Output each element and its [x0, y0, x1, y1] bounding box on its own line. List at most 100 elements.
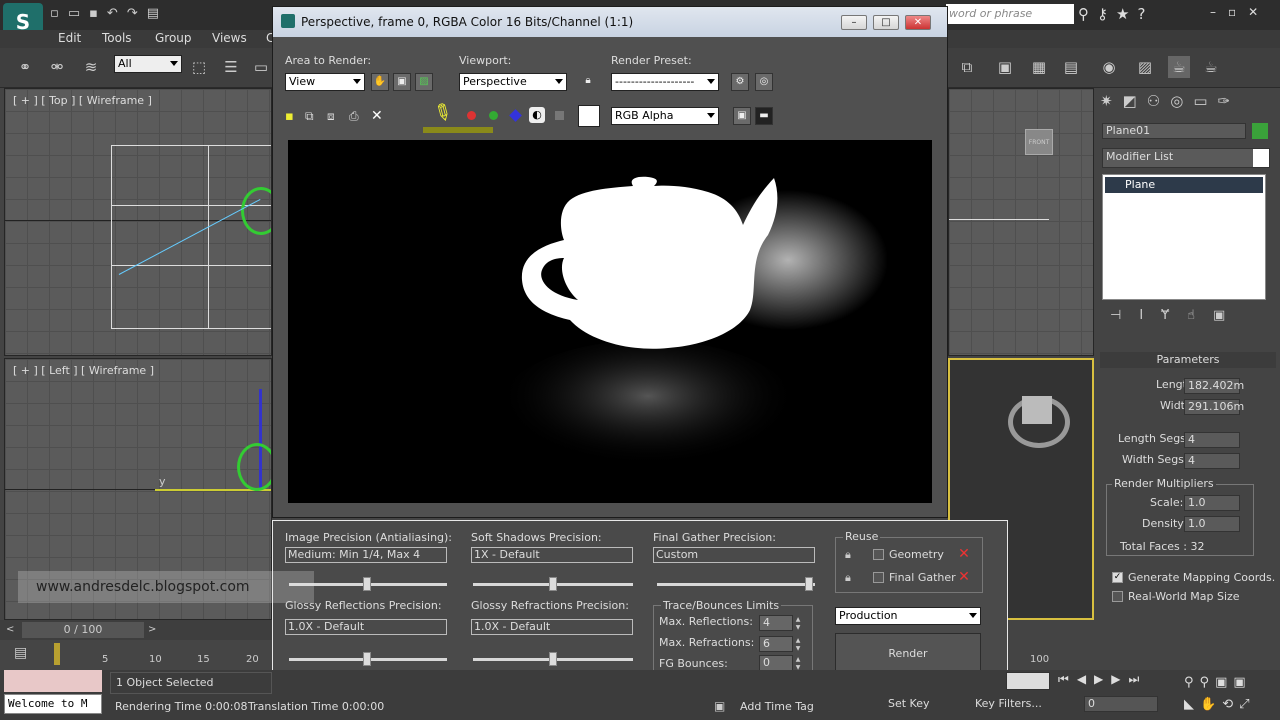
display-tab-icon[interactable]: ▭ — [1193, 92, 1217, 110]
rendered-image[interactable] — [288, 140, 932, 503]
show-end-result-icon[interactable]: I — [1139, 308, 1161, 323]
menu-views[interactable]: Views — [212, 31, 247, 45]
viewport-top[interactable]: [ + ] [ Top ] [ Wireframe ] — [4, 88, 272, 356]
area-to-render-dropdown[interactable]: View — [285, 73, 365, 91]
go-to-end-icon[interactable]: ⏭ — [1129, 672, 1148, 686]
spinner-arrows-icon[interactable]: ▲ ▼ — [793, 616, 803, 632]
next-key-icon[interactable]: ▶ — [1111, 672, 1128, 686]
zoom-extents-icon[interactable]: ▣ — [1215, 675, 1233, 690]
prev-frame-icon[interactable]: < — [6, 624, 14, 635]
close-app-icon[interactable]: ✕ — [1248, 5, 1270, 19]
unlink-icon[interactable]: ⚮ — [46, 56, 68, 78]
clear-image-icon[interactable]: ✕ — [371, 108, 383, 124]
save-image-icon[interactable]: ▪ — [285, 109, 294, 124]
viewport-top-label[interactable]: [ + ] [ Top ] [ Wireframe ] — [13, 94, 152, 107]
region-select-icon[interactable]: ▨ — [415, 73, 433, 91]
next-frame-icon[interactable]: > — [148, 624, 156, 635]
object-name-field[interactable]: Plane01 — [1102, 123, 1246, 139]
link-icon[interactable]: ⚭ — [14, 56, 36, 78]
length-field[interactable]: 182.402m — [1184, 378, 1244, 394]
maxscript-listener-pink[interactable] — [4, 670, 102, 692]
viewport-front[interactable]: FRONT — [948, 88, 1094, 356]
maximize-button[interactable]: □ — [873, 15, 899, 30]
monochrome-icon[interactable] — [555, 111, 564, 120]
mini-curve-editor-icon[interactable]: ▤ — [14, 645, 27, 661]
render-setup-icon[interactable]: ▨ — [1134, 56, 1156, 78]
geometry-checkbox[interactable] — [873, 549, 884, 560]
final-gather-slider[interactable] — [657, 583, 815, 586]
bind-spacewarp-icon[interactable]: ≋ — [80, 56, 102, 78]
create-tab-icon[interactable]: ✷ — [1100, 92, 1123, 110]
viewport-dropdown[interactable]: Perspective — [459, 73, 567, 91]
green-channel-icon[interactable] — [489, 111, 498, 120]
select-object-icon[interactable]: ⬚ — [188, 56, 210, 78]
pin-stack-icon[interactable]: ⊣ — [1110, 308, 1139, 323]
geometry-lock-icon[interactable]: 🔒︎ — [845, 548, 851, 562]
selection-filter-dropdown[interactable]: All — [114, 55, 182, 73]
go-to-start-icon[interactable]: ⏮ — [1058, 672, 1077, 686]
minimize-button[interactable]: – — [841, 15, 867, 30]
configure-sets-icon[interactable]: ▣ — [1213, 308, 1243, 323]
glossy-refractions-thumb[interactable] — [549, 652, 557, 666]
glossy-refractions-field[interactable]: 1.0X - Default — [471, 619, 633, 635]
modifier-list-dropdown[interactable]: Modifier List — [1102, 148, 1270, 168]
final-gather-precision-field[interactable]: Custom — [653, 547, 815, 563]
key-mode-dropdown[interactable] — [1006, 672, 1050, 690]
length-segs-field[interactable]: 4 — [1184, 432, 1240, 448]
scale-field[interactable]: 1.0 — [1184, 495, 1240, 511]
search-field[interactable]: word or phrase — [946, 4, 1074, 24]
render-production-icon[interactable]: ☕ — [1200, 56, 1222, 78]
zoom-all-icon[interactable]: ⚲ — [1200, 675, 1216, 690]
save-file-icon[interactable]: ▪ — [89, 6, 107, 21]
glossy-reflections-field[interactable]: 1.0X - Default — [285, 619, 447, 635]
toggle-ui-icon[interactable]: ▬ — [755, 107, 773, 125]
alpha-channel-icon[interactable]: ◐ — [529, 107, 545, 123]
schematic-view-icon[interactable]: ▤ — [1060, 56, 1082, 78]
hold-icon[interactable]: ▤ — [147, 6, 168, 21]
fov-icon[interactable]: ◣ — [1184, 697, 1200, 712]
soft-shadows-field[interactable]: 1X - Default — [471, 547, 633, 563]
red-channel-icon[interactable] — [467, 111, 476, 120]
utilities-tab-icon[interactable]: ✑ — [1218, 92, 1241, 110]
final-gather-thumb[interactable] — [805, 577, 813, 591]
restore-app-icon[interactable]: ▫ — [1228, 5, 1248, 19]
rendered-frame-titlebar[interactable]: Perspective, frame 0, RGBA Color 16 Bits… — [273, 7, 947, 37]
maximize-viewport-icon[interactable]: ⤢ — [1239, 697, 1255, 712]
render-mode-dropdown[interactable]: Production — [835, 607, 981, 625]
maxscript-listener[interactable]: Welcome to M — [4, 694, 102, 714]
zoom-extents-all-icon[interactable]: ▣ — [1233, 675, 1251, 690]
star-icon[interactable]: ★ — [1116, 5, 1137, 23]
final-gather-lock-icon[interactable]: 🔒︎ — [845, 571, 851, 585]
density-field[interactable]: 1.0 — [1184, 516, 1240, 532]
track-bar[interactable]: ▤ 5 10 15 20 — [0, 640, 272, 670]
close-button[interactable]: ✕ — [905, 15, 931, 30]
minimize-app-icon[interactable]: – — [1210, 5, 1228, 19]
color-swatch[interactable] — [578, 105, 600, 127]
key-filters-button[interactable]: Key Filters... — [975, 697, 1042, 710]
remove-modifier-icon[interactable]: ☝ — [1187, 308, 1213, 323]
modifier-stack-item[interactable]: Plane — [1105, 177, 1263, 193]
viewport-left-label[interactable]: [ + ] [ Left ] [ Wireframe ] — [13, 364, 154, 377]
help-icon[interactable]: ? — [1137, 5, 1153, 23]
play-icon[interactable]: ▶ — [1094, 672, 1111, 686]
new-file-icon[interactable]: ▫ — [50, 6, 68, 21]
time-slider[interactable]: < 0 / 100 > — [0, 620, 272, 640]
undo-icon[interactable]: ↶ — [107, 6, 127, 21]
blue-channel-icon[interactable] — [509, 109, 522, 122]
lock-icon[interactable]: 🔒︎ — [579, 73, 597, 91]
menu-group[interactable]: Group — [155, 31, 192, 45]
generate-mapping-checkbox[interactable]: ✓ — [1112, 572, 1123, 583]
curve-editor-icon[interactable]: ▦ — [1028, 56, 1050, 78]
render-preset-dropdown[interactable]: -------------------- — [611, 73, 719, 91]
render-button[interactable]: Render — [835, 633, 981, 675]
clear-geometry-icon[interactable]: ✕ — [956, 546, 972, 562]
copy-image-icon[interactable]: ⧉ — [305, 109, 314, 124]
max-reflections-spinner[interactable]: 4 ▲ ▼ — [759, 615, 800, 631]
key-icon[interactable]: ⚷ — [1097, 5, 1116, 23]
width-segs-field[interactable]: 4 — [1184, 453, 1240, 469]
max-refractions-spinner[interactable]: 6 ▲ ▼ — [759, 636, 800, 652]
material-editor-icon[interactable]: ◉ — [1098, 56, 1120, 78]
object-color-swatch[interactable] — [1252, 123, 1268, 139]
image-precision-field[interactable]: Medium: Min 1/4, Max 4 — [285, 547, 447, 563]
render-setup-small-icon[interactable]: ⚙ — [731, 73, 749, 91]
